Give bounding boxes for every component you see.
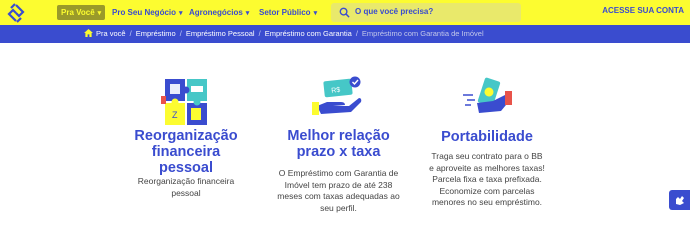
breadcrumb-emprestimo[interactable]: Empréstimo	[136, 29, 176, 38]
nav-agronegocios[interactable]: Agronegócios ▾	[189, 5, 249, 20]
sign-language-icon	[676, 196, 684, 205]
benefits-section: Z Reorganização financeira pessoal Reorg…	[0, 43, 690, 242]
breadcrumb-pra-voce[interactable]: Pra você	[96, 29, 126, 38]
breadcrumb-current: Empréstimo com Garantia de Imóvel	[361, 29, 484, 38]
puzzle-icon: Z	[161, 79, 207, 125]
card-title: Reorganização financeira pessoal	[134, 128, 238, 176]
home-icon[interactable]	[84, 29, 93, 37]
breadcrumb-separator: /	[355, 29, 358, 38]
breadcrumb: Pra você / Empréstimo / Empréstimo Pessoal / E…	[0, 25, 690, 43]
card-title: Portabilidade	[441, 129, 533, 145]
chevron-down-icon: ▾	[179, 10, 183, 17]
search-icon	[339, 7, 350, 18]
chevron-down-icon: ▾	[313, 10, 318, 17]
card-text: Reorganização financeira pessoal	[137, 176, 235, 198]
svg-text:R$: R$	[330, 87, 340, 95]
top-navigation-bar: Pra Você ▾ Pro Seu Negócio ▾ Agronegócios ▾…	[0, 0, 690, 25]
chevron-down-icon: ▾	[97, 10, 102, 17]
bb-logo-icon[interactable]	[6, 3, 26, 23]
card-text: O Empréstimo com Garantia de Imóvel tem …	[277, 168, 400, 213]
breadcrumb-emprestimo-pessoal[interactable]: Empréstimo Pessoal	[186, 29, 255, 38]
breadcrumb-separator: /	[258, 29, 261, 38]
nav-pra-voce[interactable]: Pra Você ▾	[57, 5, 106, 20]
search-input[interactable]: O que você precisa?	[331, 3, 521, 22]
breadcrumb-emprestimo-garantia[interactable]: Empréstimo com Garantia	[265, 29, 352, 38]
nav-setor-publico[interactable]: Setor Público ▾	[259, 5, 317, 20]
chevron-down-icon: ▾	[245, 10, 250, 17]
search-placeholder: O que você precisa?	[355, 7, 434, 16]
access-account-button[interactable]: ACESSE SUA CONTA	[602, 6, 684, 15]
breadcrumb-separator: /	[179, 29, 182, 38]
money-hand-icon: R$	[311, 76, 361, 115]
card-text: Traga seu contrato para o BB e aproveite…	[429, 151, 545, 207]
money-phone-icon	[463, 77, 512, 113]
accessibility-button[interactable]	[669, 190, 690, 210]
card-title: Melhor relação prazo x taxa	[287, 128, 390, 160]
breadcrumb-separator: /	[129, 29, 132, 38]
nav-pro-seu-negocio[interactable]: Pro Seu Negócio ▾	[112, 5, 183, 20]
svg-text:Z: Z	[172, 110, 178, 120]
